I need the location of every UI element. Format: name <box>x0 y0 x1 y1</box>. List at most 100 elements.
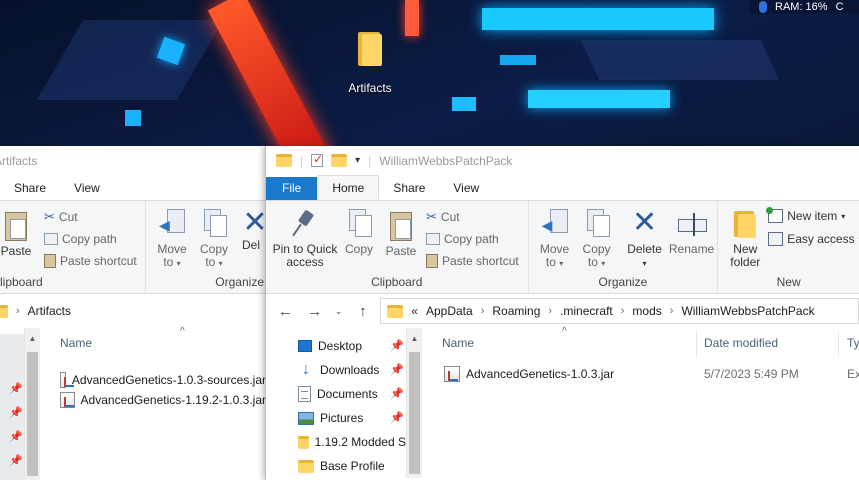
pin-icon[interactable]: 📌 <box>390 339 404 352</box>
file-name: AdvancedGenetics-1.0.3.jar <box>466 367 615 381</box>
address-overflow[interactable]: « <box>411 304 418 318</box>
paste-shortcut-label: Paste shortcut <box>60 254 137 268</box>
cut-button[interactable]: ✂ Cut <box>44 209 78 225</box>
rename-icon <box>677 209 707 239</box>
scissors-icon: ✂ <box>44 209 55 224</box>
paste-button[interactable]: Paste <box>383 209 419 258</box>
copy-icon <box>202 209 227 239</box>
delete-button[interactable]: ✕ Delete ▾ <box>625 208 665 270</box>
address-segment[interactable]: Roaming <box>492 304 540 318</box>
desktop-folder-artifacts[interactable]: Artifacts <box>340 30 400 95</box>
nav-item-downloads[interactable]: ↓ Downloads 📌 <box>298 358 406 382</box>
delete-button[interactable]: ✕ Del <box>242 208 266 252</box>
paste-shortcut-button[interactable]: Paste shortcut <box>426 254 519 268</box>
address-segment[interactable]: Artifacts <box>28 304 71 318</box>
pin-icon[interactable]: 📌 <box>9 430 23 443</box>
address-segment[interactable]: .minecraft <box>560 304 613 318</box>
new-folder-quick-icon[interactable] <box>331 154 348 167</box>
column-divider[interactable] <box>838 332 839 356</box>
copy-button[interactable]: Copy <box>342 209 376 256</box>
nav-label: 1.19.2 Modded S <box>314 435 406 449</box>
chevron-right-icon: › <box>620 305 625 317</box>
nav-item-base-profile[interactable]: Base Profile <box>298 454 406 478</box>
file-row[interactable]: AdvancedGenetics-1.19.2-1.0.3.jar <box>60 388 266 412</box>
copy-path-button[interactable]: Copy path <box>426 232 499 246</box>
tab-share[interactable]: Share <box>379 177 439 200</box>
new-group: New folder New item ▾ Easy access ▾ New <box>718 201 859 293</box>
address-segment[interactable]: mods <box>632 304 661 318</box>
nav-item-documents[interactable]: Documents 📌 <box>298 382 406 406</box>
dropdown-icon: ▾ <box>841 211 846 221</box>
pin-to-quick-access-button[interactable]: Pin to Quick access <box>270 209 340 269</box>
paste-button[interactable]: Paste <box>0 209 36 258</box>
pin-icon[interactable]: 📌 <box>9 454 23 467</box>
move-to-button[interactable]: Move to ▾ <box>535 209 575 270</box>
nav-scrollbar[interactable]: ▲ <box>406 328 422 478</box>
wallpaper-shape <box>452 97 476 111</box>
back-arrow-icon[interactable]: ← <box>274 303 297 320</box>
sort-up-icon: ^ <box>562 326 567 337</box>
column-name-label: Name <box>60 335 93 350</box>
chevron-right-icon: › <box>480 305 485 317</box>
scroll-up-icon[interactable]: ▲ <box>25 334 40 343</box>
cut-label: Cut <box>440 210 460 224</box>
copy-to-button[interactable]: Copy to ▾ <box>577 209 617 270</box>
easy-access-icon <box>768 232 784 246</box>
scroll-thumb[interactable] <box>409 352 420 474</box>
nav-item-desktop[interactable]: Desktop 📌 <box>298 334 406 358</box>
copy-path-button[interactable]: Copy path <box>44 232 117 246</box>
new-folder-button[interactable]: New folder <box>722 209 768 269</box>
address-segment[interactable]: WilliamWebbsPatchPack <box>681 304 814 318</box>
tab-view[interactable]: View <box>439 177 493 200</box>
column-header-type[interactable]: Ty <box>847 336 859 350</box>
folder-icon <box>0 304 8 318</box>
nav-item-modded-folder[interactable]: 1.19.2 Modded S <box>298 430 406 454</box>
wallpaper-shape <box>405 0 419 36</box>
address-bar[interactable]: « AppData › Roaming › .minecraft › mods … <box>380 298 859 324</box>
move-to-button[interactable]: Move to ▾ <box>152 209 192 270</box>
rename-button[interactable]: Rename <box>669 209 715 256</box>
easy-access-label: Easy access <box>787 232 855 246</box>
rename-label: Rename <box>668 242 715 256</box>
easy-access-button[interactable]: Easy access ▾ <box>768 232 859 246</box>
column-divider[interactable] <box>696 332 697 356</box>
nav-item-pictures[interactable]: Pictures 📌 <box>298 406 406 430</box>
nav-label: Pictures <box>320 411 364 425</box>
nav-scrollbar[interactable]: ▲ <box>24 328 40 480</box>
pin-icon[interactable]: 📌 <box>9 382 23 395</box>
pin-icon[interactable]: 📌 <box>9 406 23 419</box>
copy-label-1: Copy <box>582 242 611 256</box>
forward-arrow-icon[interactable]: → <box>303 303 326 320</box>
column-header-name[interactable]: Name <box>442 336 474 350</box>
address-bar[interactable]: › Artifacts <box>0 298 71 324</box>
column-header-date[interactable]: Date modified <box>704 336 778 350</box>
address-segment[interactable]: AppData <box>426 304 473 318</box>
paste-shortcut-button[interactable]: Paste shortcut <box>44 254 137 268</box>
quick-access-dropdown-icon[interactable]: ▾ <box>355 155 360 166</box>
tray-extra: C <box>835 1 844 13</box>
properties-icon[interactable] <box>311 152 323 167</box>
file-row[interactable]: AdvancedGenetics-1.0.3.jar 5/7/2023 5:49… <box>434 362 859 386</box>
copy-path-icon <box>44 233 58 245</box>
pin-label-1: Pin to Quick <box>272 242 338 256</box>
scroll-thumb[interactable] <box>27 352 38 476</box>
paste-shortcut-icon <box>426 254 438 268</box>
tab-view[interactable]: View <box>60 177 114 200</box>
cut-button[interactable]: ✂ Cut <box>426 209 460 225</box>
tab-file[interactable]: File <box>266 177 318 200</box>
pin-icon[interactable]: 📌 <box>390 411 404 424</box>
tab-home[interactable]: Home <box>317 175 380 200</box>
cut-label: Cut <box>58 210 78 224</box>
recent-locations-icon[interactable]: ⌄ <box>332 306 345 317</box>
scroll-up-icon[interactable]: ▲ <box>407 334 422 343</box>
jar-file-icon <box>60 372 74 388</box>
up-arrow-icon[interactable]: ↑ <box>351 303 374 320</box>
copy-to-button[interactable]: Copy to ▾ <box>194 209 234 270</box>
pin-icon[interactable]: 📌 <box>390 387 404 400</box>
file-name: AdvancedGenetics-1.0.3-sources.jar <box>71 373 266 387</box>
tab-share[interactable]: Share <box>0 177 60 200</box>
column-header-name[interactable]: Name ^ <box>60 326 266 358</box>
new-item-button[interactable]: New item ▾ <box>766 207 846 223</box>
file-list: Name ^ AdvancedGenetics-1.0.3-sources.ja… <box>60 326 266 412</box>
pin-icon[interactable]: 📌 <box>390 363 404 376</box>
